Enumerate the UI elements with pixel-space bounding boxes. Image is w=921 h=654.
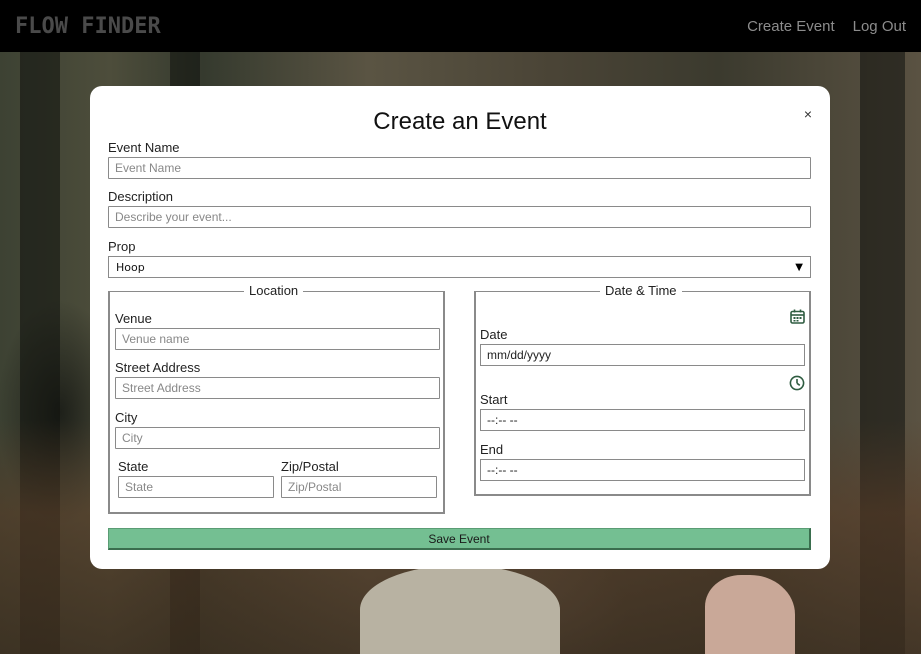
location-legend: Location <box>244 283 304 298</box>
street-address-input[interactable] <box>115 377 440 399</box>
create-event-modal: Create an Event × Event Name Description… <box>90 86 830 569</box>
zip-label: Zip/Postal <box>281 459 339 474</box>
prop-selected-value: Hoop <box>116 260 145 274</box>
dropdown-caret-icon: ▼ <box>795 261 803 273</box>
city-label: City <box>115 410 138 425</box>
prop-label: Prop <box>108 239 136 254</box>
description-label: Description <box>108 189 174 204</box>
datetime-legend: Date & Time <box>600 283 682 298</box>
date-input[interactable]: mm/dd/yyyy <box>480 344 805 366</box>
event-name-input[interactable] <box>108 157 811 179</box>
end-time-input[interactable]: --:-- -- <box>480 459 805 481</box>
nav-links: Create Event Log Out <box>747 18 906 35</box>
start-time-input[interactable]: --:-- -- <box>480 409 805 431</box>
background-hand <box>705 575 795 654</box>
state-label: State <box>118 459 149 474</box>
location-fieldset: Location Venue Street Address City State… <box>108 283 445 514</box>
top-navbar: FLOW FINDER Create Event Log Out <box>0 0 921 52</box>
modal-title: Create an Event <box>373 108 547 135</box>
end-label: End <box>480 442 504 457</box>
prop-select[interactable]: Hoop ▼ <box>108 256 811 278</box>
venue-input[interactable] <box>115 328 440 350</box>
date-label: Date <box>480 327 508 342</box>
log-out-link[interactable]: Log Out <box>853 18 906 35</box>
event-name-label: Event Name <box>108 140 180 155</box>
create-event-link[interactable]: Create Event <box>747 18 835 35</box>
street-address-label: Street Address <box>115 360 201 375</box>
city-input[interactable] <box>115 427 440 449</box>
datetime-fieldset: Date & Time Date mm/dd/yyyy Start --:-- … <box>474 283 811 496</box>
close-button[interactable]: × <box>804 106 812 122</box>
description-input[interactable] <box>108 206 811 228</box>
state-input[interactable] <box>118 476 274 498</box>
zip-input[interactable] <box>281 476 437 498</box>
clock-icon[interactable] <box>789 375 805 391</box>
calendar-icon[interactable] <box>790 309 805 324</box>
background-person <box>360 565 560 654</box>
venue-label: Venue <box>115 311 152 326</box>
start-label: Start <box>480 392 508 407</box>
save-event-button[interactable]: Save Event <box>108 528 811 550</box>
brand-logo[interactable]: FLOW FINDER <box>15 14 161 39</box>
